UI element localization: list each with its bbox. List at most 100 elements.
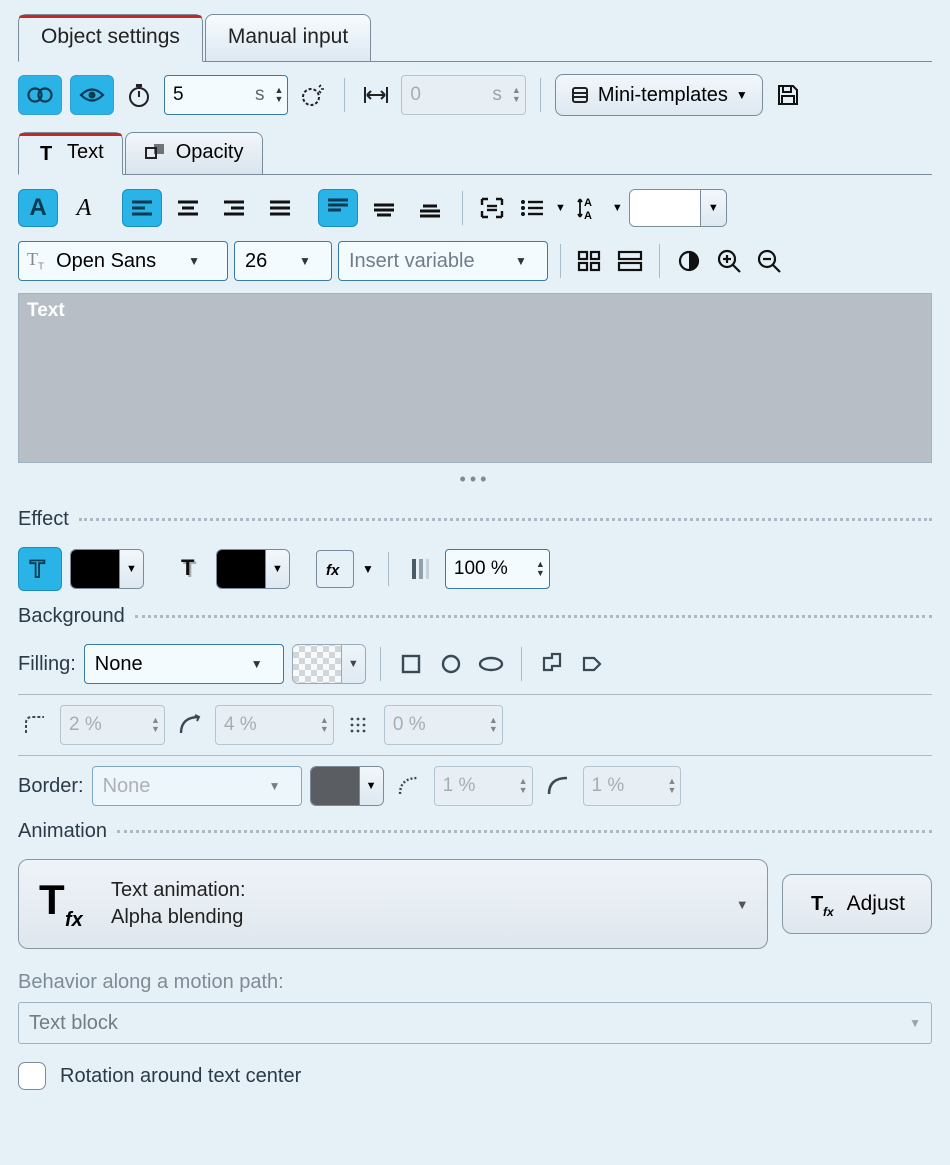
dash-icon-btn[interactable] xyxy=(392,769,426,803)
text-editor[interactable]: Text xyxy=(18,293,932,463)
valign-top-button[interactable] xyxy=(318,189,358,227)
duration-input[interactable]: s ▲▼ xyxy=(164,75,288,115)
insert-variable-dropdown[interactable]: ▼ xyxy=(338,241,548,281)
motion-path-select: Text block ▼ xyxy=(18,1002,932,1044)
blur-icon-btn[interactable] xyxy=(342,708,376,742)
line-height-button[interactable]: AA xyxy=(572,191,606,225)
font-family-field[interactable] xyxy=(50,246,180,277)
mini-templates-dropdown[interactable]: Mini-templates ▼ xyxy=(555,74,763,116)
valign-middle-button[interactable] xyxy=(364,189,404,227)
shape-custom2-button[interactable] xyxy=(576,648,608,680)
filling-dropdown[interactable]: ▼ xyxy=(84,644,284,684)
chevron-down-icon[interactable]: ▼ xyxy=(291,254,319,268)
shape-circle-button[interactable] xyxy=(435,648,467,680)
border-color-picker[interactable]: ▼ xyxy=(310,766,384,806)
svg-text:T: T xyxy=(181,555,195,580)
effect-opacity-field[interactable] xyxy=(446,554,532,584)
svg-text:T: T xyxy=(39,878,65,923)
align-justify-button[interactable] xyxy=(260,189,300,227)
outline-effect-button[interactable]: T xyxy=(18,547,62,591)
font-size-dropdown[interactable]: ▼ xyxy=(234,241,332,281)
valign-bottom-icon xyxy=(418,197,442,219)
italic-button[interactable]: A xyxy=(64,189,104,227)
section-animation: Animation xyxy=(18,820,932,843)
distribute-columns-button[interactable] xyxy=(573,244,607,278)
filling-label: Filling: xyxy=(18,653,76,676)
spinner-arrows[interactable]: ▲▼ xyxy=(271,86,288,104)
valign-bottom-button[interactable] xyxy=(410,189,450,227)
offset-field xyxy=(402,80,492,110)
chevron-down-icon[interactable]: ▼ xyxy=(119,550,143,588)
tab-object-settings[interactable]: Object settings xyxy=(18,14,203,62)
checker-swatch xyxy=(293,645,341,683)
font-size-field[interactable] xyxy=(235,246,291,277)
chevron-down-icon[interactable]: ▼ xyxy=(612,202,623,214)
bg-radius-row: ▲▼ ▲▼ ▲▼ xyxy=(18,705,932,745)
chevron-down-icon[interactable]: ▼ xyxy=(359,767,383,805)
chevron-down-icon[interactable]: ▼ xyxy=(555,202,566,214)
shape-custom1-button[interactable] xyxy=(536,648,568,680)
width-fit-button[interactable] xyxy=(359,78,393,112)
resize-handle[interactable]: ••• xyxy=(18,463,932,494)
tab-label: Object settings xyxy=(41,25,180,48)
link-visibility-button[interactable] xyxy=(18,75,62,115)
tab-manual-input[interactable]: Manual input xyxy=(205,14,371,61)
font-family-dropdown[interactable]: TT ▼ xyxy=(18,241,228,281)
filling-color-picker[interactable]: ▼ xyxy=(292,644,366,684)
rotation-checkbox[interactable] xyxy=(18,1062,46,1090)
corner-radius-icon xyxy=(22,713,48,737)
insert-variable-field[interactable] xyxy=(339,246,507,277)
animation-row: Tfx Text animation: Alpha blending ▼ Tfx… xyxy=(18,859,932,949)
random-duration-button[interactable] xyxy=(296,78,330,112)
curve-icon-btn[interactable] xyxy=(541,769,575,803)
tab-opacity[interactable]: Opacity xyxy=(125,132,263,174)
chevron-down-icon[interactable]: ▼ xyxy=(265,550,289,588)
shape-ellipse-button[interactable] xyxy=(475,648,507,680)
shadow-effect-button[interactable]: TT xyxy=(174,552,208,586)
chevron-down-icon[interactable]: ▼ xyxy=(180,254,208,268)
text-frame-button[interactable] xyxy=(475,191,509,225)
chevron-down-icon[interactable]: ▼ xyxy=(507,254,535,268)
zoom-out-button[interactable] xyxy=(752,244,786,278)
separator xyxy=(659,244,660,278)
outline-color-picker[interactable]: ▼ xyxy=(70,549,144,589)
opacity-gradient-button[interactable] xyxy=(403,552,437,586)
align-center-button[interactable] xyxy=(168,189,208,227)
inner-tabs: T Text Opacity xyxy=(18,132,932,175)
zoom-out-icon xyxy=(756,248,782,274)
contrast-button[interactable] xyxy=(672,244,706,278)
bold-button[interactable]: A xyxy=(18,189,58,227)
shadow-color-picker[interactable]: ▼ xyxy=(216,549,290,589)
filling-field[interactable] xyxy=(85,649,243,680)
fx-button[interactable]: fx xyxy=(316,550,354,588)
animation-selector[interactable]: Tfx Text animation: Alpha blending ▼ xyxy=(18,859,768,949)
dash-field xyxy=(435,771,515,801)
adjust-button[interactable]: Tfx Adjust xyxy=(782,874,932,934)
chevron-down-icon[interactable]: ▼ xyxy=(243,657,271,671)
zoom-in-button[interactable] xyxy=(712,244,746,278)
duration-field[interactable] xyxy=(165,80,255,110)
stopwatch-button[interactable] xyxy=(122,78,156,112)
align-left-button[interactable] xyxy=(122,189,162,227)
spinner-arrows[interactable]: ▲▼ xyxy=(532,560,549,578)
corner-radius-icon-btn[interactable] xyxy=(18,708,52,742)
distribute-rows-button[interactable] xyxy=(613,244,647,278)
effect-opacity-input[interactable]: ▲▼ xyxy=(445,549,550,589)
align-right-button[interactable] xyxy=(214,189,254,227)
rotation-row: Rotation around text center xyxy=(18,1062,932,1090)
dash-input: ▲▼ xyxy=(434,766,533,806)
border-dropdown: ▼ xyxy=(92,766,302,806)
text-color-picker[interactable]: ▼ xyxy=(629,189,727,227)
chevron-down-icon[interactable]: ▼ xyxy=(700,190,726,226)
section-title: Animation xyxy=(18,820,107,843)
border-label: Border: xyxy=(18,775,84,798)
chevron-down-icon[interactable]: ▼ xyxy=(341,645,365,683)
preview-button[interactable] xyxy=(70,75,114,115)
shape-rect-button[interactable] xyxy=(395,648,427,680)
chevron-down-icon[interactable]: ▼ xyxy=(362,562,374,576)
list-style-button[interactable] xyxy=(515,191,549,225)
format-row-2: TT ▼ ▼ ▼ xyxy=(18,241,932,281)
save-template-button[interactable] xyxy=(771,78,805,112)
arc-icon-btn[interactable] xyxy=(173,708,207,742)
tab-text[interactable]: T Text xyxy=(18,132,123,175)
